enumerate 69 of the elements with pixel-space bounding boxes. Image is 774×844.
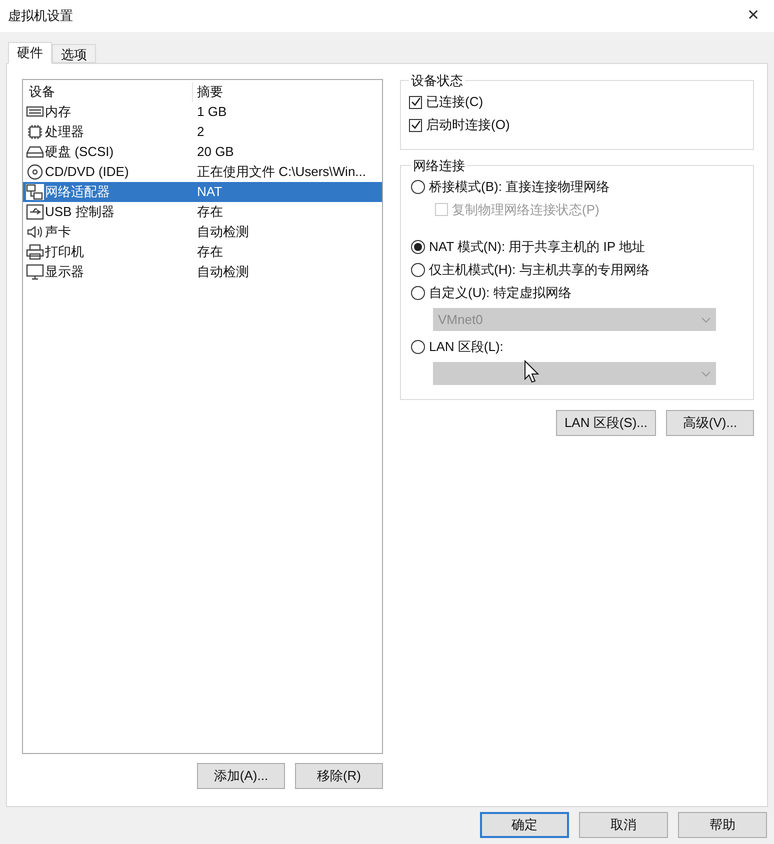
- checkmark-icon: [410, 120, 420, 130]
- chevron-down-icon: [701, 370, 711, 376]
- dialog-button[interactable]: 帮助: [678, 812, 767, 838]
- device-summary: 2: [196, 123, 204, 142]
- device-row[interactable]: 处理器 2: [23, 122, 382, 142]
- checkbox-label: 已连接(C): [426, 93, 484, 112]
- speaker-icon: [26, 224, 44, 240]
- mouse-cursor-icon: [524, 360, 540, 384]
- checkbox-label: 启动时连接(O): [426, 116, 510, 134]
- device-name: 内存: [45, 103, 71, 122]
- checkmark-icon: [410, 97, 420, 107]
- disc-icon: [26, 164, 44, 180]
- column-header[interactable]: 摘要: [193, 82, 223, 102]
- checkbox[interactable]: [409, 118, 422, 132]
- advanced-button[interactable]: 高级(V)...: [666, 410, 754, 436]
- dialog-button[interactable]: 取消: [579, 812, 668, 838]
- device-row[interactable]: 显示器 自动检测: [23, 262, 382, 282]
- radio-label: NAT 模式(N): 用于共享主机的 IP 地址: [429, 238, 645, 256]
- radio-label: 自定义(U): 特定虚拟网络: [429, 284, 572, 302]
- dialog-button[interactable]: 确定: [480, 812, 569, 838]
- device-row[interactable]: 声卡 自动检测: [23, 222, 382, 242]
- device-summary: 存在: [196, 203, 223, 222]
- device-summary: 存在: [196, 243, 223, 262]
- device-name: 打印机: [45, 243, 84, 262]
- checkbox-label: 复制物理网络连接状态(P): [452, 200, 600, 219]
- add-button[interactable]: 添加(A)...: [197, 763, 285, 789]
- tab[interactable]: 硬件: [8, 42, 52, 64]
- device-row[interactable]: CD/DVD (IDE) 正在使用文件 C:\Users\Win...: [23, 162, 382, 182]
- device-summary: 1 GB: [196, 103, 227, 122]
- radio-button[interactable]: [411, 340, 425, 354]
- device-row[interactable]: USB 控制器 存在: [23, 202, 382, 222]
- device-row[interactable]: 网络适配器 NAT: [23, 182, 382, 202]
- device-summary: 20 GB: [196, 143, 234, 162]
- group-title: 网络连接: [412, 156, 466, 174]
- device-name: USB 控制器: [45, 203, 114, 222]
- remove-button[interactable]: 移除(R): [295, 763, 383, 789]
- lan-segment-button[interactable]: LAN 区段(S)...: [556, 410, 656, 436]
- chip-icon: [26, 124, 44, 140]
- network-icon: [26, 184, 44, 200]
- radio-label: LAN 区段(L):: [429, 338, 504, 356]
- radio-label: 仅主机模式(H): 与主机共享的专用网络: [429, 260, 650, 279]
- usb-icon: [26, 204, 44, 220]
- device-name: 显示器: [45, 263, 84, 282]
- device-name: 声卡: [45, 223, 71, 242]
- radio-label: 桥接模式(B): 直接连接物理网络: [429, 178, 610, 196]
- device-summary: 正在使用文件 C:\Users\Win...: [196, 163, 366, 182]
- group-title: 设备状态: [410, 72, 464, 90]
- tab[interactable]: 选项: [52, 44, 96, 63]
- device-name: 处理器: [45, 123, 84, 142]
- radio-button[interactable]: [411, 240, 425, 254]
- column-header[interactable]: 设备: [23, 82, 193, 102]
- checkbox[interactable]: [409, 96, 422, 108]
- radio-button[interactable]: [411, 262, 425, 276]
- chevron-down-icon: [701, 316, 711, 322]
- window-title: 虚拟机设置: [8, 7, 73, 26]
- device-name: 硬盘 (SCSI): [45, 143, 114, 162]
- device-row[interactable]: 内存 1 GB: [23, 102, 382, 122]
- device-row[interactable]: 打印机 存在: [23, 242, 382, 262]
- close-button[interactable]: ✕: [743, 4, 764, 28]
- printer-icon: [26, 244, 44, 260]
- device-summary: 自动检测: [196, 223, 249, 242]
- device-row[interactable]: 硬盘 (SCSI) 20 GB: [23, 142, 382, 162]
- device-summary: NAT: [196, 183, 222, 202]
- monitor-icon: [26, 264, 44, 280]
- radio-button[interactable]: [411, 180, 425, 194]
- device-name: CD/DVD (IDE): [45, 163, 129, 182]
- radio-button[interactable]: [411, 286, 425, 300]
- device-name: 网络适配器: [45, 183, 110, 202]
- device-summary: 自动检测: [196, 263, 249, 282]
